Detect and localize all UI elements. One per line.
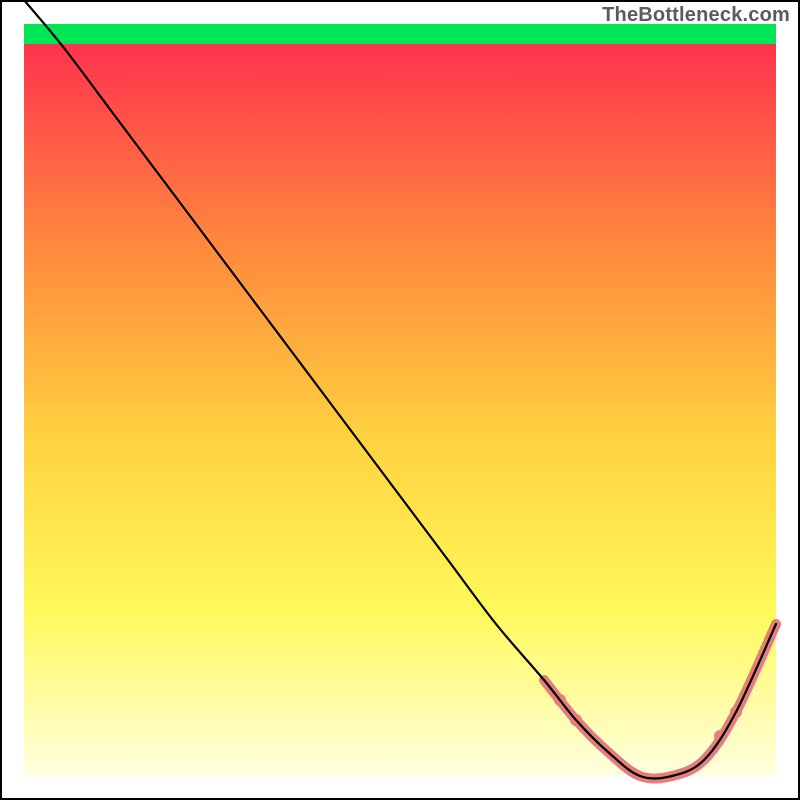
gradient-background (24, 24, 776, 776)
watermark-text: TheBottleneck.com (602, 4, 790, 27)
green-band (24, 24, 776, 44)
bottleneck-chart: TheBottleneck.com (0, 0, 800, 800)
chart-plot-area (0, 0, 800, 800)
